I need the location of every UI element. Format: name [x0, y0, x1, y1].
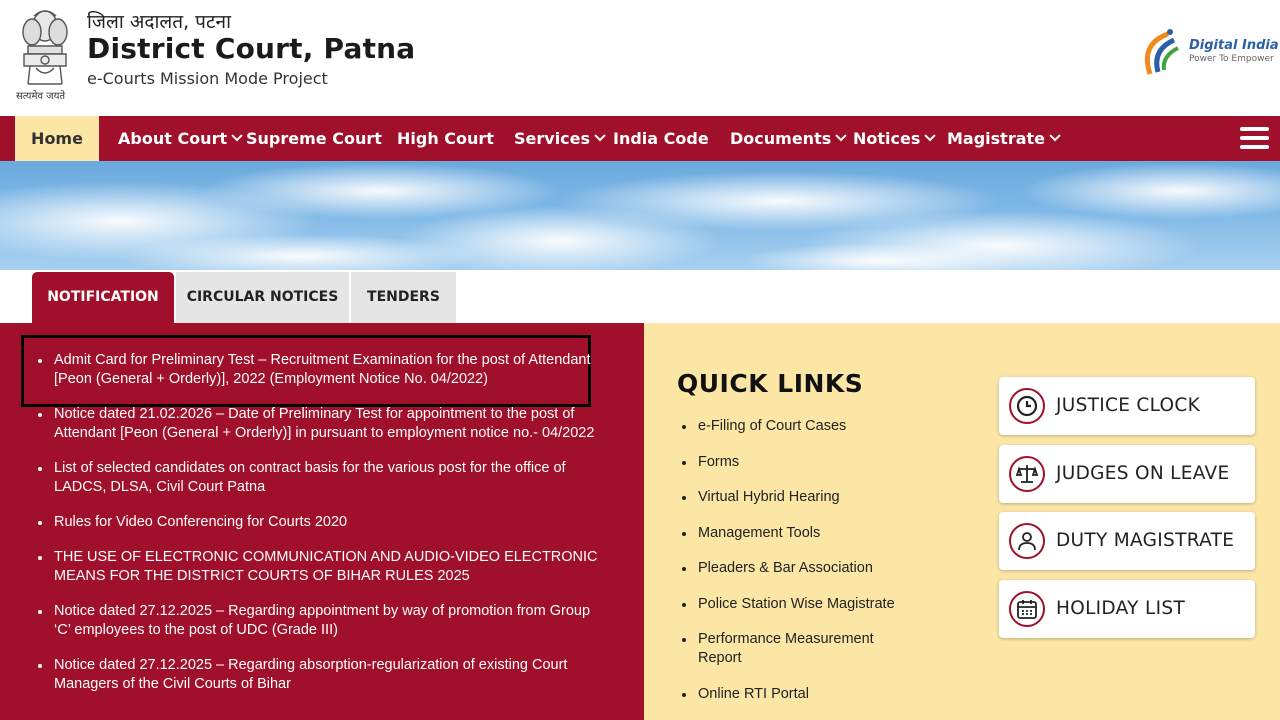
quick-links-list: e-Filing of Court Cases Forms Virtual Hy…: [680, 417, 920, 720]
quick-link-item[interactable]: Pleaders & Bar Association: [680, 559, 920, 578]
nav-magistrate[interactable]: Magistrate: [947, 116, 1061, 161]
notification-panel: Admit Card for Preliminary Test – Recrui…: [0, 323, 644, 720]
nav-notices[interactable]: Notices: [853, 116, 937, 161]
site-header: सत्यमेव जयते जिला अदालत, पटना District C…: [0, 0, 1280, 116]
nav-documents[interactable]: Documents: [730, 116, 847, 161]
nav-india-code-label: India Code: [613, 129, 709, 148]
chevron-down-icon: [835, 130, 847, 142]
digital-india-name: Digital India: [1189, 38, 1279, 53]
notice-tabs: NOTIFICATION CIRCULAR NOTICES TENDERS: [0, 270, 1280, 323]
nav-high-court-label: High Court: [397, 129, 494, 148]
nav-about-court[interactable]: About Court: [118, 116, 243, 161]
duty-magistrate-button[interactable]: DUTY MAGISTRATE: [999, 512, 1255, 570]
notification-item[interactable]: THE USE OF ELECTRONIC COMMUNICATION AND …: [36, 548, 608, 586]
quick-link-item[interactable]: Virtual Hybrid Hearing: [680, 488, 920, 507]
quick-link-item[interactable]: Police Station Wise Magistrate: [680, 595, 920, 614]
judges-on-leave-button[interactable]: JUDGES ON LEAVE: [999, 445, 1255, 503]
chevron-down-icon: [231, 130, 243, 142]
chevron-down-icon: [1049, 130, 1061, 142]
quick-links-panel: QUICK LINKS e-Filing of Court Cases Form…: [644, 323, 1280, 720]
person-icon: [1009, 523, 1045, 559]
nav-home-label: Home: [31, 129, 83, 148]
holiday-list-button[interactable]: HOLIDAY LIST: [999, 580, 1255, 638]
hamburger-icon[interactable]: [1240, 127, 1269, 151]
justice-clock-label: JUSTICE CLOCK: [1056, 395, 1201, 416]
nav-magistrate-label: Magistrate: [947, 129, 1046, 148]
court-title-hindi: जिला अदालत, पटना: [87, 11, 232, 33]
court-title[interactable]: District Court, Patna: [87, 32, 415, 65]
sky-banner: [0, 161, 1280, 270]
cloud-banner-image: [0, 163, 1280, 270]
notification-item[interactable]: Notice dated 21.02.2026 – Date of Prelim…: [36, 405, 608, 443]
notification-list: Admit Card for Preliminary Test – Recrui…: [36, 351, 608, 710]
duty-magistrate-label: DUTY MAGISTRATE: [1056, 530, 1235, 551]
nav-documents-label: Documents: [730, 129, 832, 148]
quick-link-item[interactable]: Management Tools: [680, 524, 920, 543]
nav-services-label: Services: [514, 129, 591, 148]
nav-notices-label: Notices: [853, 129, 921, 148]
quick-link-item[interactable]: e-Filing of Court Cases: [680, 417, 920, 436]
main-nav: Home About Court Supreme Court High Cour…: [0, 116, 1280, 161]
holiday-list-label: HOLIDAY LIST: [1056, 598, 1185, 619]
digital-india-tagline: Power To Empower: [1189, 54, 1274, 64]
tab-notification[interactable]: NOTIFICATION: [32, 272, 174, 323]
quick-link-item[interactable]: Forms: [680, 453, 920, 472]
nav-home[interactable]: Home: [15, 116, 99, 161]
emblem-caption: सत्यमेव जयते: [16, 91, 66, 102]
tab-circular-notices[interactable]: CIRCULAR NOTICES: [176, 272, 349, 323]
clock-icon: [1009, 388, 1045, 424]
court-subtitle: e-Courts Mission Mode Project: [87, 69, 328, 88]
national-emblem-icon: [22, 10, 68, 85]
tab-tenders[interactable]: TENDERS: [351, 272, 456, 323]
chevron-down-icon: [594, 130, 606, 142]
nav-services[interactable]: Services: [514, 116, 606, 161]
notification-item[interactable]: Notice dated 27.12.2025 – Regarding abso…: [36, 656, 608, 694]
nav-supreme-court-label: Supreme Court: [246, 129, 382, 148]
calendar-icon: [1009, 591, 1045, 627]
justice-clock-button[interactable]: JUSTICE CLOCK: [999, 377, 1255, 435]
notification-item[interactable]: Rules for Video Conferencing for Courts …: [36, 513, 608, 532]
notification-item[interactable]: Admit Card for Preliminary Test – Recrui…: [36, 351, 608, 389]
nav-supreme-court[interactable]: Supreme Court: [246, 116, 382, 161]
nav-about-court-label: About Court: [118, 129, 228, 148]
notification-item[interactable]: Notice dated 27.12.2025 – Regarding appo…: [36, 602, 608, 640]
scales-icon: [1009, 456, 1045, 492]
chevron-down-icon: [924, 130, 937, 142]
nav-india-code[interactable]: India Code: [613, 116, 709, 161]
judges-on-leave-label: JUDGES ON LEAVE: [1056, 463, 1230, 484]
notification-item[interactable]: List of selected candidates on contract …: [36, 459, 608, 497]
quick-link-item[interactable]: Performance Measurement Report: [680, 630, 920, 668]
quick-links-title: QUICK LINKS: [677, 369, 864, 398]
quick-link-item[interactable]: Online RTI Portal: [680, 685, 920, 704]
nav-high-court[interactable]: High Court: [397, 116, 494, 161]
